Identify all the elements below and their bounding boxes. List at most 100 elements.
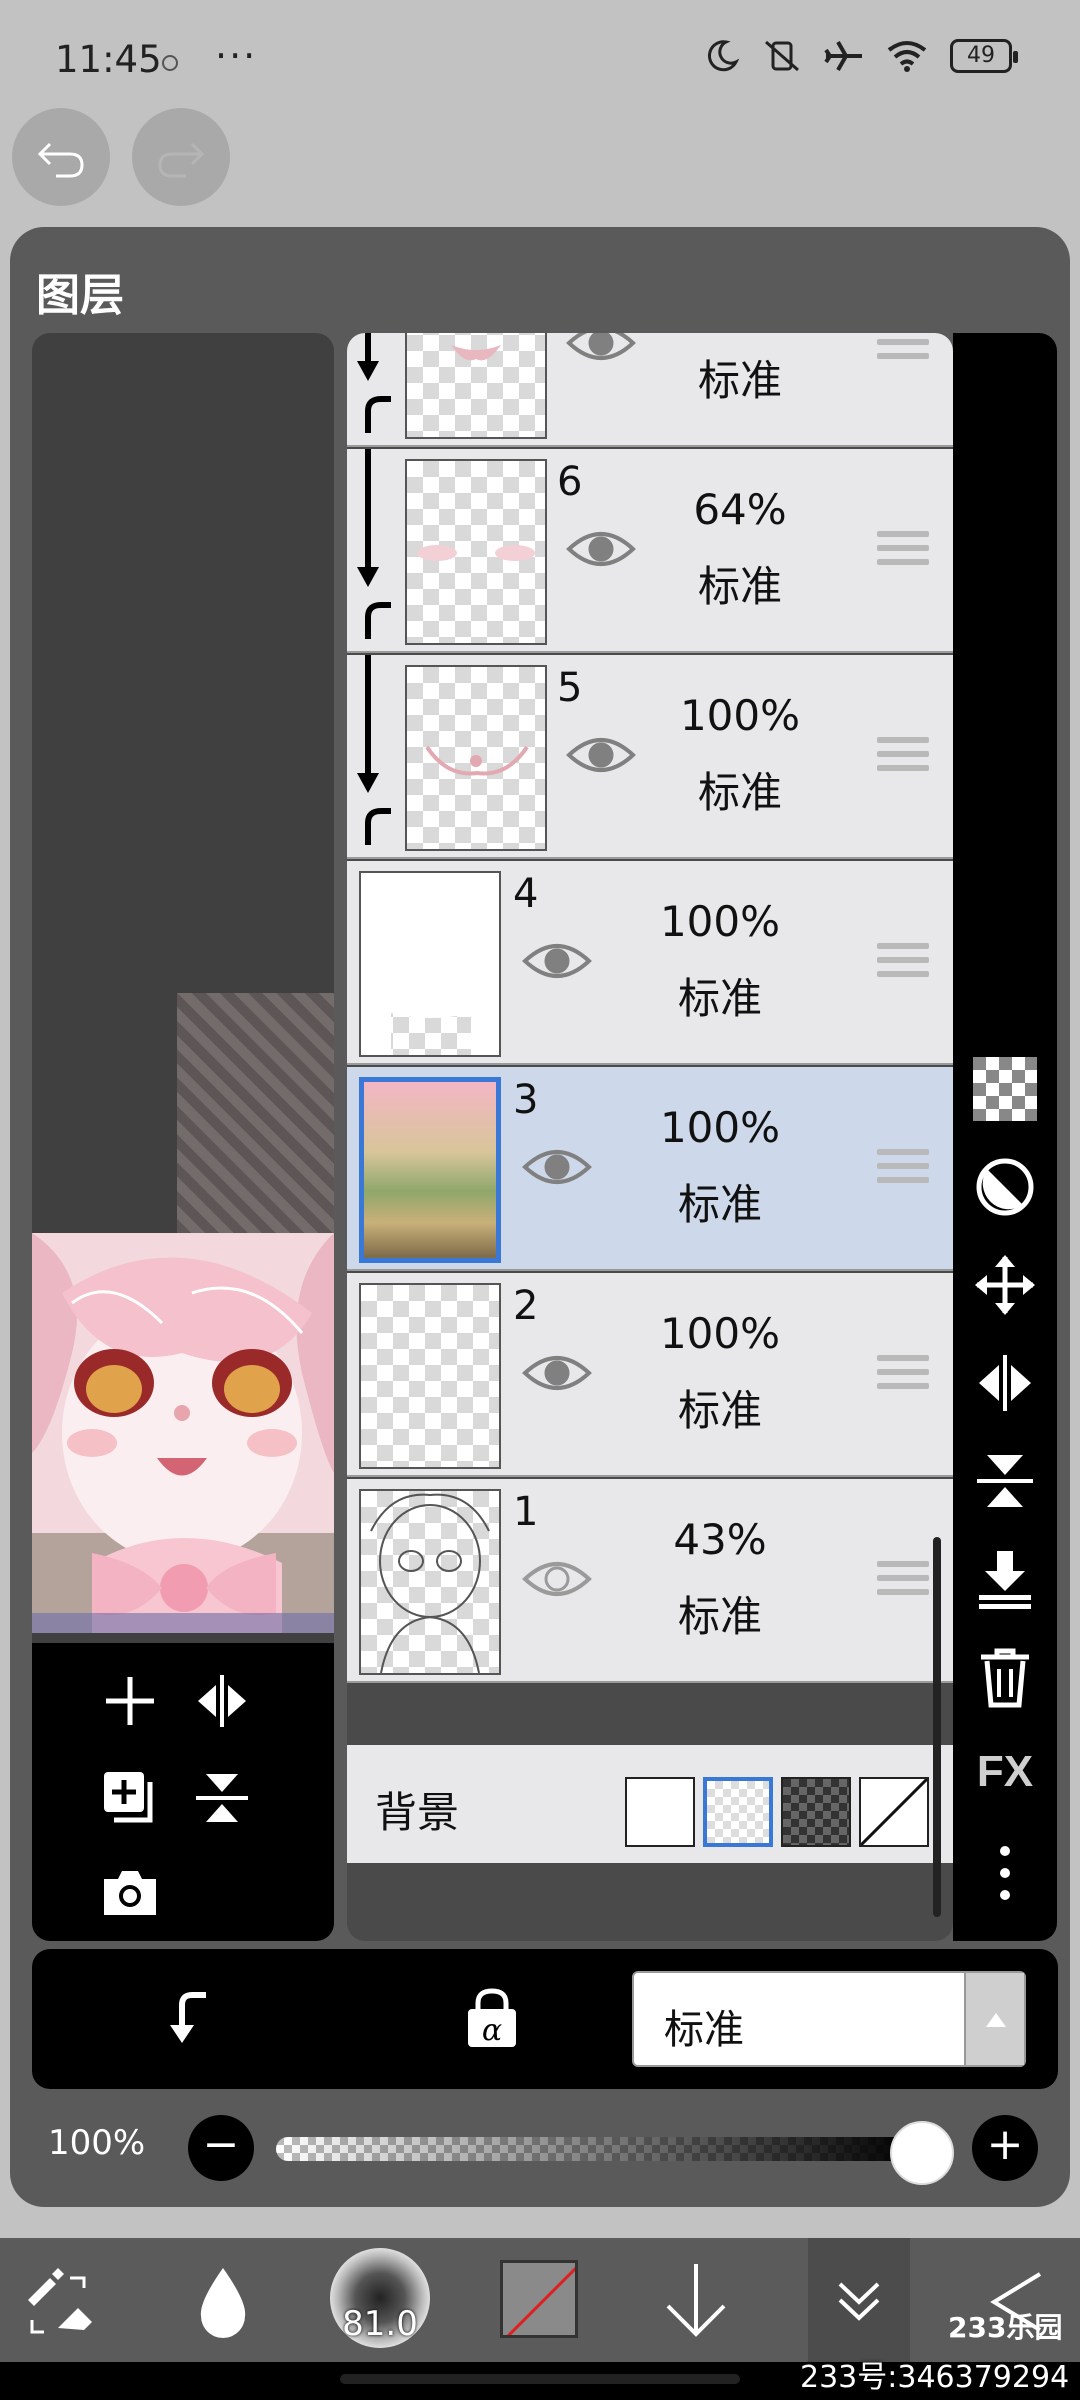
double-chevron-down-icon: [838, 2282, 880, 2321]
blend-mode-value: 标准: [664, 2007, 744, 2053]
more-vertical-icon[interactable]: [973, 1841, 1037, 1905]
layer-row[interactable]: 3 100% 标准: [347, 1067, 953, 1271]
eye-icon[interactable]: [521, 1555, 593, 1603]
layer-blend-mode: 标准: [677, 1386, 762, 1435]
layer-thumbnail[interactable]: [359, 1283, 501, 1469]
undo-button[interactable]: [12, 108, 110, 206]
blend-mode-bar: α 标准: [32, 1949, 1058, 2089]
add-layer-icon[interactable]: [100, 1671, 160, 1731]
triangle-up-icon: [986, 2013, 1006, 2027]
layer-number: 6: [557, 459, 583, 505]
layer-number: 1: [513, 1489, 539, 1535]
layer-thumbnail[interactable]: [359, 1489, 501, 1675]
color-drop-icon[interactable]: [195, 2264, 251, 2340]
layer-thumbnail[interactable]: [359, 871, 501, 1057]
flip-horizontal-icon[interactable]: [973, 1351, 1037, 1415]
flip-vertical-icon[interactable]: [192, 1768, 252, 1828]
eye-icon[interactable]: [521, 937, 593, 985]
move-icon[interactable]: [973, 1253, 1037, 1317]
watermark-logo: 233乐园: [948, 2311, 1063, 2344]
blend-mode-arrow: [964, 1973, 1024, 2065]
flip-vertical-icon[interactable]: [973, 1449, 1037, 1513]
background-swatch-dark-checker[interactable]: [781, 1777, 851, 1847]
layer-list-scrollbar[interactable]: [933, 1537, 941, 1917]
status-bar: 11:45 ··· 49: [0, 0, 1080, 100]
status-icons: 49: [704, 38, 1018, 74]
layer-5-marks: [425, 745, 529, 776]
redo-icon: [158, 142, 205, 178]
side-toolbar: FX: [953, 333, 1057, 1941]
layer-number: 5: [557, 665, 583, 711]
drag-handle-icon[interactable]: [877, 1561, 929, 1603]
canvas-preview-column: [32, 333, 334, 1941]
layer-row[interactable]: 743%标准: [347, 333, 953, 447]
background-swatch-transparent[interactable]: [703, 1777, 773, 1847]
clip-arrow-icon: [357, 449, 391, 639]
circle-half-icon[interactable]: [973, 1155, 1037, 1219]
layer-panel: 图层 标准 6 64% 标准 5 100% 标准 4 100% 标准 3 100…: [10, 227, 1070, 2207]
clipping-icon[interactable]: [162, 1989, 222, 2049]
layer-blend-mode: 标准: [677, 974, 762, 1023]
background-row: 背景: [347, 1745, 953, 1863]
layer-row[interactable]: 4 100% 标准: [347, 861, 953, 1065]
bottom-toolbar: 81.0: [0, 2238, 1080, 2362]
opacity-minus-button[interactable]: −: [188, 2115, 254, 2181]
layer-number: 4: [513, 871, 539, 917]
layer-7-marks: [451, 345, 501, 361]
drag-handle-icon[interactable]: [877, 531, 929, 573]
canvas-preview[interactable]: [32, 1233, 334, 1633]
home-indicator[interactable]: [340, 2374, 740, 2384]
flip-horizontal-icon[interactable]: [192, 1671, 252, 1731]
panel-title: 图层: [36, 270, 124, 321]
layer-4-shape: [361, 873, 499, 1055]
layer-opacity: 100%: [659, 1103, 781, 1152]
layer-opacity: 100%: [679, 691, 801, 740]
opacity-label: 100%: [48, 2123, 146, 2163]
background-swatch-none[interactable]: [859, 1777, 929, 1847]
color-slash-icon: [506, 2266, 575, 2335]
layer-row[interactable]: 2 100% 标准: [347, 1273, 953, 1477]
trash-icon[interactable]: [973, 1645, 1037, 1709]
airplane-icon: [824, 41, 862, 71]
canvas-tool-area: [32, 1643, 334, 1941]
layer-thumbnail[interactable]: [405, 333, 547, 439]
layer-6-marks: [417, 545, 535, 561]
redo-button[interactable]: [132, 108, 230, 206]
layer-row[interactable]: 6 64% 标准: [347, 449, 953, 653]
arrow-down-icon[interactable]: [660, 2260, 732, 2340]
pen-eraser-icon[interactable]: [22, 2264, 98, 2340]
eye-icon[interactable]: [521, 1143, 593, 1191]
drag-handle-icon[interactable]: [877, 943, 929, 985]
background-swatch-white[interactable]: [625, 1777, 695, 1847]
camera-icon[interactable]: [100, 1865, 160, 1921]
vibrate-off-icon: [765, 40, 799, 72]
drag-handle-icon[interactable]: [877, 1149, 929, 1191]
blend-mode-select[interactable]: 标准: [632, 1971, 1026, 2067]
layer-row[interactable]: 5 100% 标准: [347, 655, 953, 859]
layer-list: 743%标准 6 64% 标准 5 100% 标准 4 100% 标准 3 100% 标准 2 100% 标准…: [347, 333, 953, 1941]
merge-down-icon[interactable]: [973, 1547, 1037, 1611]
collapse-button[interactable]: [808, 2238, 910, 2362]
layer-blend-mode: 标准: [697, 768, 782, 817]
layer-thumbnail[interactable]: [359, 1077, 501, 1263]
alpha-lock-icon[interactable]: α: [462, 1985, 522, 2049]
duplicate-layer-icon[interactable]: [100, 1768, 160, 1828]
opacity-slider-thumb[interactable]: [890, 2121, 954, 2185]
checker-icon[interactable]: [973, 1057, 1037, 1121]
drag-handle-icon[interactable]: [877, 333, 929, 367]
eye-icon[interactable]: [565, 525, 637, 573]
drag-handle-icon[interactable]: [877, 1355, 929, 1397]
drag-handle-icon[interactable]: [877, 737, 929, 779]
opacity-plus-button[interactable]: +: [972, 2115, 1038, 2181]
eye-icon[interactable]: [521, 1349, 593, 1397]
current-color-swatch[interactable]: [500, 2260, 578, 2338]
watermark-text: 233号:346379294: [800, 2360, 1070, 2395]
fx-icon[interactable]: FX: [973, 1747, 1037, 1811]
opacity-slider[interactable]: [276, 2137, 916, 2161]
eye-icon[interactable]: [565, 333, 637, 367]
layer-thumbnail[interactable]: [405, 459, 547, 645]
eye-icon[interactable]: [565, 731, 637, 779]
layer-thumbnail[interactable]: [405, 665, 547, 851]
layer-row[interactable]: 1 43% 标准: [347, 1479, 953, 1683]
layer-blend-mode: 标准: [697, 356, 782, 405]
